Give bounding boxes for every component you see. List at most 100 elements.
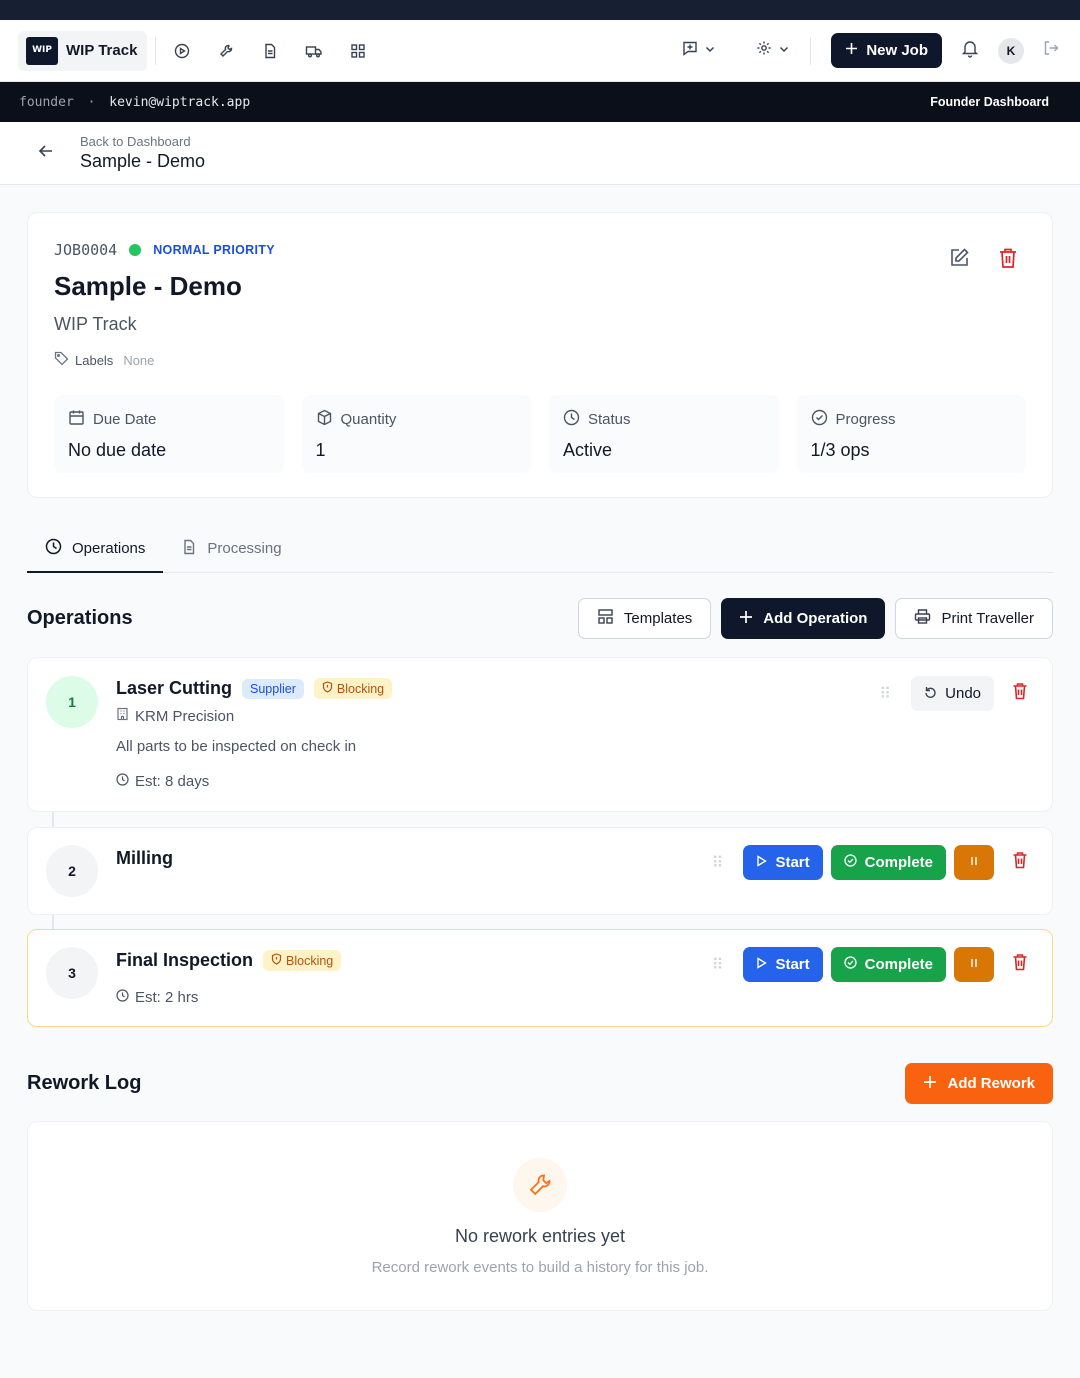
check-circle-icon <box>844 854 857 871</box>
tag-icon <box>54 351 69 369</box>
clock-icon <box>45 538 62 559</box>
operations-title: Operations <box>27 607 133 629</box>
empty-title: No rework entries yet <box>454 1226 626 1246</box>
undo-icon <box>924 685 937 702</box>
gear-icon <box>756 40 772 61</box>
document-icon[interactable] <box>260 41 280 61</box>
drag-handle-icon[interactable]: ⠿ <box>712 853 724 873</box>
stat-label: Due Date <box>93 411 157 428</box>
stat-value: 1 <box>315 440 326 460</box>
top-strip <box>0 0 1080 20</box>
add-operation-button[interactable]: Add Operation <box>721 598 886 639</box>
grid-icon[interactable] <box>348 41 368 61</box>
message-plus-icon <box>682 40 698 61</box>
print-traveller-button[interactable]: Print Traveller <box>895 598 1053 639</box>
play-icon[interactable] <box>172 41 192 61</box>
start-button[interactable]: Start <box>743 845 823 880</box>
calendar-icon <box>68 409 85 430</box>
delete-operation-icon[interactable] <box>1012 682 1028 705</box>
navbar: WIP WIP Track New Job K <box>0 20 1080 82</box>
delete-operation-icon[interactable] <box>1012 953 1028 976</box>
operation-name: Milling <box>116 848 173 868</box>
complete-button[interactable]: Complete <box>830 947 946 982</box>
logout-icon[interactable] <box>1042 39 1060 62</box>
plus-icon <box>739 610 753 628</box>
back-arrow-icon[interactable] <box>36 141 56 166</box>
priority-label: NORMAL PRIORITY <box>153 243 275 257</box>
blocking-badge: Blocking <box>263 950 342 971</box>
pause-button[interactable] <box>954 947 994 982</box>
printer-icon <box>914 608 931 629</box>
drag-handle-icon[interactable]: ⠿ <box>712 955 724 975</box>
print-traveller-label: Print Traveller <box>941 610 1034 627</box>
blocking-badge: Blocking <box>313 678 393 699</box>
blocking-label: Blocking <box>336 681 385 696</box>
back-to-dashboard-link[interactable]: Back to Dashboard <box>80 134 205 149</box>
add-rework-button[interactable]: Add Rework <box>905 1063 1053 1104</box>
blocking-label: Blocking <box>286 953 334 968</box>
operation-number: 2 <box>46 845 98 897</box>
template-icon <box>597 608 614 629</box>
delete-operation-icon[interactable] <box>1012 851 1028 874</box>
user-bar: founder · kevin@wiptrack.app Founder Das… <box>0 82 1080 122</box>
pause-button[interactable] <box>954 845 994 880</box>
app-logo: WIP <box>26 36 58 65</box>
truck-icon[interactable] <box>304 41 324 61</box>
tab-processing[interactable]: Processing <box>163 525 299 572</box>
labels-value: None <box>123 352 155 368</box>
job-subtitle: WIP Track <box>54 314 137 334</box>
tab-operations[interactable]: Operations <box>27 525 164 573</box>
status-dot <box>129 244 142 256</box>
job-title: Sample - Demo <box>54 271 242 301</box>
delete-job-icon[interactable] <box>998 247 1018 274</box>
wrench-icon[interactable] <box>216 41 236 61</box>
complete-label: Complete <box>864 956 933 973</box>
start-button[interactable]: Start <box>743 947 823 982</box>
tabs: Operations Processing <box>27 525 1053 573</box>
operation-name: Final Inspection <box>116 950 254 970</box>
add-rework-label: Add Rework <box>947 1075 1035 1092</box>
feedback-dropdown[interactable] <box>682 40 716 61</box>
chevron-down-icon <box>778 42 790 60</box>
brand-home-link[interactable]: WIP WIP Track <box>18 30 148 71</box>
shield-icon <box>322 681 333 696</box>
stat-value: 1/3 ops <box>810 440 870 460</box>
pause-icon <box>969 956 979 973</box>
new-job-label: New Job <box>866 42 928 59</box>
page-title: Sample - Demo <box>80 151 206 171</box>
stat-value: No due date <box>68 440 167 460</box>
user-role: founder <box>19 94 74 110</box>
operation-card: 2 Milling ⠿ Start Complete <box>27 827 1053 915</box>
clock-icon <box>116 773 129 790</box>
breadcrumb: Back to Dashboard Sample - Demo <box>0 122 1080 185</box>
tab-label: Operations <box>72 539 146 557</box>
app-name: WIP Track <box>66 42 138 59</box>
founder-dashboard-link[interactable]: Founder Dashboard <box>930 95 1049 109</box>
check-circle-icon <box>811 409 828 430</box>
drag-handle-icon[interactable]: ⠿ <box>879 684 891 704</box>
job-summary-card: JOB0004 NORMAL PRIORITY Sample - Demo WI… <box>27 212 1053 498</box>
stat-status: Status Active <box>549 395 779 473</box>
rework-title: Rework Log <box>27 1072 142 1094</box>
new-job-button[interactable]: New Job <box>831 33 942 68</box>
operations-header: Operations Templates Add Operation Print… <box>27 598 1053 639</box>
complete-label: Complete <box>864 854 933 871</box>
avatar[interactable]: K <box>998 37 1024 64</box>
labels-row[interactable]: Labels None <box>54 351 1026 369</box>
stat-value: Active <box>563 440 613 460</box>
supplier-badge: Supplier <box>242 678 304 699</box>
settings-dropdown[interactable] <box>756 40 790 61</box>
templates-button[interactable]: Templates <box>577 598 712 639</box>
document-icon <box>181 539 197 559</box>
labels-label: Labels <box>75 352 114 368</box>
complete-button[interactable]: Complete <box>830 845 946 880</box>
nav-divider <box>810 36 812 65</box>
job-id: JOB0004 <box>54 241 118 259</box>
shield-icon <box>271 953 282 968</box>
operation-estimate: Est: 8 days <box>135 773 210 790</box>
supplier-name: KRM Precision <box>135 707 235 725</box>
undo-button[interactable]: Undo <box>911 676 994 711</box>
bell-icon[interactable] <box>960 38 980 63</box>
edit-icon[interactable] <box>948 247 970 274</box>
pause-icon <box>969 854 979 871</box>
